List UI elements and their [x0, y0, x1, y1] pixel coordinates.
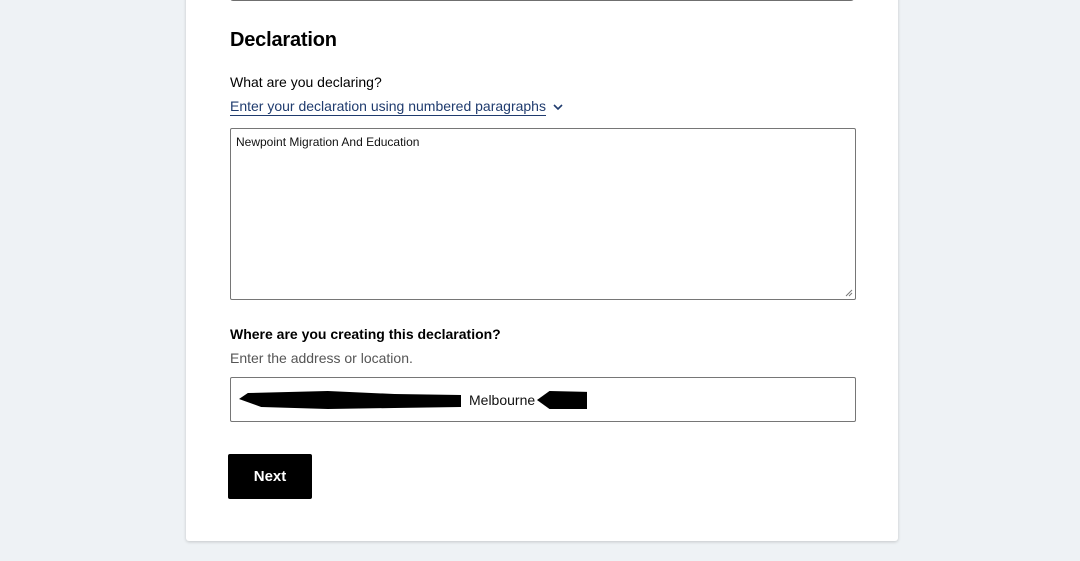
- declaration-text: Newpoint Migration And Education: [236, 135, 420, 149]
- declaration-textarea[interactable]: Newpoint Migration And Education: [230, 128, 856, 300]
- disclosure-label[interactable]: Enter your declaration using numbered pa…: [230, 98, 546, 116]
- redaction-mark: [537, 391, 587, 409]
- chevron-down-icon[interactable]: [552, 101, 564, 113]
- declaration-question: What are you declaring?: [230, 74, 382, 90]
- resize-handle-icon[interactable]: [845, 289, 853, 297]
- location-question: Where are you creating this declaration?: [230, 326, 501, 342]
- location-hint: Enter the address or location.: [230, 350, 413, 366]
- section-heading: Declaration: [230, 29, 337, 51]
- location-value: Melbourne: [469, 392, 536, 408]
- form-card: Declaration What are you declaring? Ente…: [186, 0, 898, 541]
- location-input[interactable]: Melbourne: [230, 377, 856, 422]
- redaction-mark: [239, 391, 461, 409]
- next-button[interactable]: Next: [228, 454, 312, 499]
- previous-input-field[interactable]: [230, 0, 854, 1]
- numbered-paragraphs-disclosure[interactable]: Enter your declaration using numbered pa…: [230, 98, 564, 116]
